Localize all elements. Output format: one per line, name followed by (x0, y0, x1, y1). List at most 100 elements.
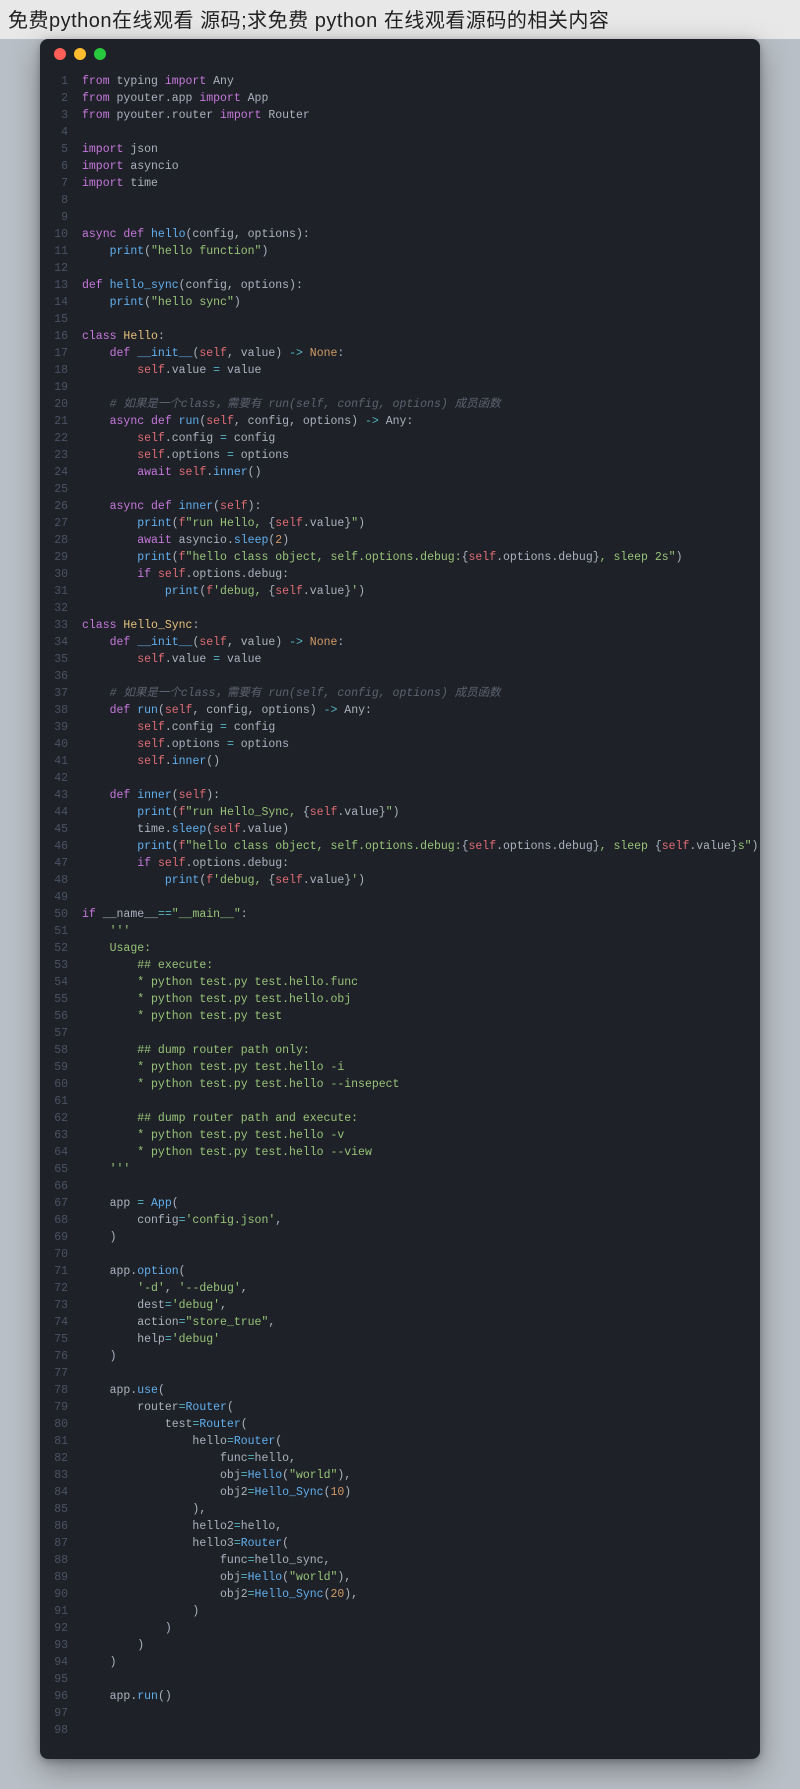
code-line: 84 obj2=Hello_Sync(10) (40, 1484, 760, 1501)
code-line: 16class Hello: (40, 328, 760, 345)
line-source: hello=Router( (82, 1433, 282, 1450)
line-source: app.option( (82, 1263, 186, 1280)
close-icon[interactable] (54, 48, 66, 60)
code-line: 47 if self.options.debug: (40, 855, 760, 872)
code-line: 41 self.inner() (40, 753, 760, 770)
line-number: 18 (40, 362, 82, 379)
line-number: 72 (40, 1280, 82, 1297)
line-number: 82 (40, 1450, 82, 1467)
line-number: 76 (40, 1348, 82, 1365)
line-source: ) (82, 1348, 117, 1365)
line-source: ) (82, 1654, 117, 1671)
line-source: hello3=Router( (82, 1535, 289, 1552)
line-number: 64 (40, 1144, 82, 1161)
code-line: 56 * python test.py test (40, 1008, 760, 1025)
code-line: 63 * python test.py test.hello -v (40, 1127, 760, 1144)
window-titlebar (40, 39, 760, 69)
code-line: 98 (40, 1722, 760, 1739)
line-number: 86 (40, 1518, 82, 1535)
line-number: 4 (40, 124, 82, 141)
line-number: 48 (40, 872, 82, 889)
code-line: 80 test=Router( (40, 1416, 760, 1433)
code-line: 69 ) (40, 1229, 760, 1246)
line-number: 40 (40, 736, 82, 753)
line-number: 49 (40, 889, 82, 906)
code-line: 33class Hello_Sync: (40, 617, 760, 634)
line-source: def __init__(self, value) -> None: (82, 345, 344, 362)
code-line: 11 print("hello function") (40, 243, 760, 260)
line-source: from pyouter.router import Router (82, 107, 310, 124)
line-source: print(f"hello class object, self.options… (82, 838, 758, 855)
minimize-icon[interactable] (74, 48, 86, 60)
code-line: 9 (40, 209, 760, 226)
code-line: 52 Usage: (40, 940, 760, 957)
line-number: 29 (40, 549, 82, 566)
line-source: def run(self, config, options) -> Any: (82, 702, 372, 719)
line-number: 34 (40, 634, 82, 651)
line-source: print(f"run Hello, {self.value}") (82, 515, 365, 532)
code-line: 61 (40, 1093, 760, 1110)
code-line: 77 (40, 1365, 760, 1382)
code-line: 3from pyouter.router import Router (40, 107, 760, 124)
code-line: 26 async def inner(self): (40, 498, 760, 515)
line-source: func=hello_sync, (82, 1552, 330, 1569)
line-number: 20 (40, 396, 82, 413)
line-number: 13 (40, 277, 82, 294)
line-source: ''' (82, 923, 130, 940)
line-number: 24 (40, 464, 82, 481)
line-number: 44 (40, 804, 82, 821)
line-source: print(f"hello class object, self.options… (82, 549, 682, 566)
code-line: 37 # 如果是一个class，需要有 run(self, config, op… (40, 685, 760, 702)
line-number: 32 (40, 600, 82, 617)
line-number: 90 (40, 1586, 82, 1603)
line-source: self.options = options (82, 447, 289, 464)
line-number: 81 (40, 1433, 82, 1450)
line-number: 77 (40, 1365, 82, 1382)
line-number: 39 (40, 719, 82, 736)
line-number: 87 (40, 1535, 82, 1552)
line-number: 55 (40, 991, 82, 1008)
code-line: 29 print(f"hello class object, self.opti… (40, 549, 760, 566)
line-source: print(f'debug, {self.value}') (82, 583, 365, 600)
line-source: * python test.py test.hello.obj (82, 991, 351, 1008)
line-number: 38 (40, 702, 82, 719)
line-source: ), (82, 1501, 206, 1518)
code-line: 51 ''' (40, 923, 760, 940)
line-number: 43 (40, 787, 82, 804)
line-number: 47 (40, 855, 82, 872)
code-line: 12 (40, 260, 760, 277)
line-number: 45 (40, 821, 82, 838)
line-number: 75 (40, 1331, 82, 1348)
code-line: 93 ) (40, 1637, 760, 1654)
line-number: 65 (40, 1161, 82, 1178)
line-source: test=Router( (82, 1416, 248, 1433)
code-line: 86 hello2=hello, (40, 1518, 760, 1535)
line-number: 71 (40, 1263, 82, 1280)
line-number: 85 (40, 1501, 82, 1518)
line-number: 8 (40, 192, 82, 209)
line-number: 69 (40, 1229, 82, 1246)
line-number: 68 (40, 1212, 82, 1229)
line-number: 2 (40, 90, 82, 107)
line-source: ) (82, 1637, 144, 1654)
code-area[interactable]: 1from typing import Any2from pyouter.app… (40, 69, 760, 1759)
code-line: 40 self.options = options (40, 736, 760, 753)
code-line: 92 ) (40, 1620, 760, 1637)
line-source: print("hello function") (82, 243, 268, 260)
line-source: # 如果是一个class，需要有 run(self, config, optio… (82, 685, 501, 702)
code-line: 49 (40, 889, 760, 906)
line-number: 30 (40, 566, 82, 583)
maximize-icon[interactable] (94, 48, 106, 60)
line-number: 62 (40, 1110, 82, 1127)
code-line: 45 time.sleep(self.value) (40, 821, 760, 838)
line-number: 94 (40, 1654, 82, 1671)
line-number: 51 (40, 923, 82, 940)
line-source: config='config.json', (82, 1212, 282, 1229)
line-source: time.sleep(self.value) (82, 821, 289, 838)
line-number: 98 (40, 1722, 82, 1739)
line-source: ''' (82, 1161, 130, 1178)
code-line: 18 self.value = value (40, 362, 760, 379)
code-line: 21 async def run(self, config, options) … (40, 413, 760, 430)
line-source: print(f'debug, {self.value}') (82, 872, 365, 889)
line-source: dest='debug', (82, 1297, 227, 1314)
